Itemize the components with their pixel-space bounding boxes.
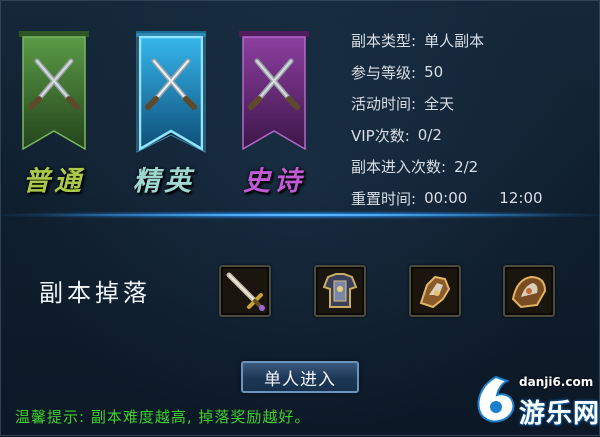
drop-item-sword[interactable]: [219, 265, 271, 317]
info-row-entries: 副本进入次数: 2/2: [351, 151, 591, 183]
info-value: 全天: [424, 95, 455, 114]
site-logo-icon: [477, 375, 515, 423]
info-row-type: 副本类型: 单人副本: [351, 25, 591, 57]
watermark-name: 游乐网: [519, 399, 600, 429]
info-row-reset: 重置时间: 00:00 12:00: [351, 183, 591, 215]
drop-item-shoulder[interactable]: [503, 265, 555, 317]
drop-item-gauntlet[interactable]: [409, 265, 461, 317]
info-row-vip: VIP次数: 0/2: [351, 120, 591, 152]
banner-flag-icon: [136, 31, 206, 153]
drop-item-armor[interactable]: [314, 265, 366, 317]
difficulty-tab-elite[interactable]: 精英: [129, 31, 206, 197]
difficulty-label: 史诗: [243, 166, 305, 197]
armor-item-icon: [318, 269, 362, 313]
gauntlet-item-icon: [413, 269, 457, 313]
dungeon-panel: 普通 精英 史诗 副本类型: 单人副本 参与等级: 50 活动时间: 全天 VI…: [0, 0, 600, 436]
banner-flag-icon: [239, 31, 309, 151]
info-value: 单人副本: [424, 32, 485, 51]
info-value: 00:00: [424, 189, 468, 208]
info-value: 12:00: [499, 189, 543, 208]
info-value: 2/2: [454, 157, 479, 176]
info-key: 副本类型:: [351, 32, 417, 51]
info-row-level: 参与等级: 50: [351, 57, 591, 89]
sword-item-icon: [223, 269, 267, 313]
solo-enter-button[interactable]: 单人进入: [241, 361, 359, 393]
info-key: VIP次数:: [351, 126, 410, 145]
dungeon-header: 普通 精英 史诗 副本类型: 单人副本 参与等级: 50 活动时间: 全天 VI…: [1, 1, 600, 216]
info-key: 重置时间:: [351, 189, 417, 208]
difficulty-tab-epic[interactable]: 史诗: [239, 31, 309, 197]
drops-label: 副本掉落: [39, 279, 151, 307]
watermark-url: danji6.com: [519, 375, 594, 389]
divider-glow-line: [41, 214, 561, 216]
info-key: 参与等级:: [351, 63, 417, 82]
difficulty-label: 普通: [23, 166, 85, 197]
shoulder-item-icon: [507, 269, 551, 313]
info-value: 50: [424, 63, 444, 82]
banner-flag-icon: [19, 31, 89, 151]
info-key: 副本进入次数:: [351, 158, 447, 177]
difficulty-tab-normal[interactable]: 普通: [19, 31, 89, 197]
hint-text: 温馨提示: 副本难度越高, 掉落奖励越好。: [15, 408, 311, 426]
dungeon-info: 副本类型: 单人副本 参与等级: 50 活动时间: 全天 VIP次数: 0/2 …: [351, 25, 591, 214]
info-value: 0/2: [417, 126, 442, 145]
site-watermark: danji6.com 游乐网: [471, 371, 600, 437]
difficulty-label: 精英: [133, 166, 195, 197]
info-row-time: 活动时间: 全天: [351, 88, 591, 120]
info-key: 活动时间:: [351, 95, 417, 114]
